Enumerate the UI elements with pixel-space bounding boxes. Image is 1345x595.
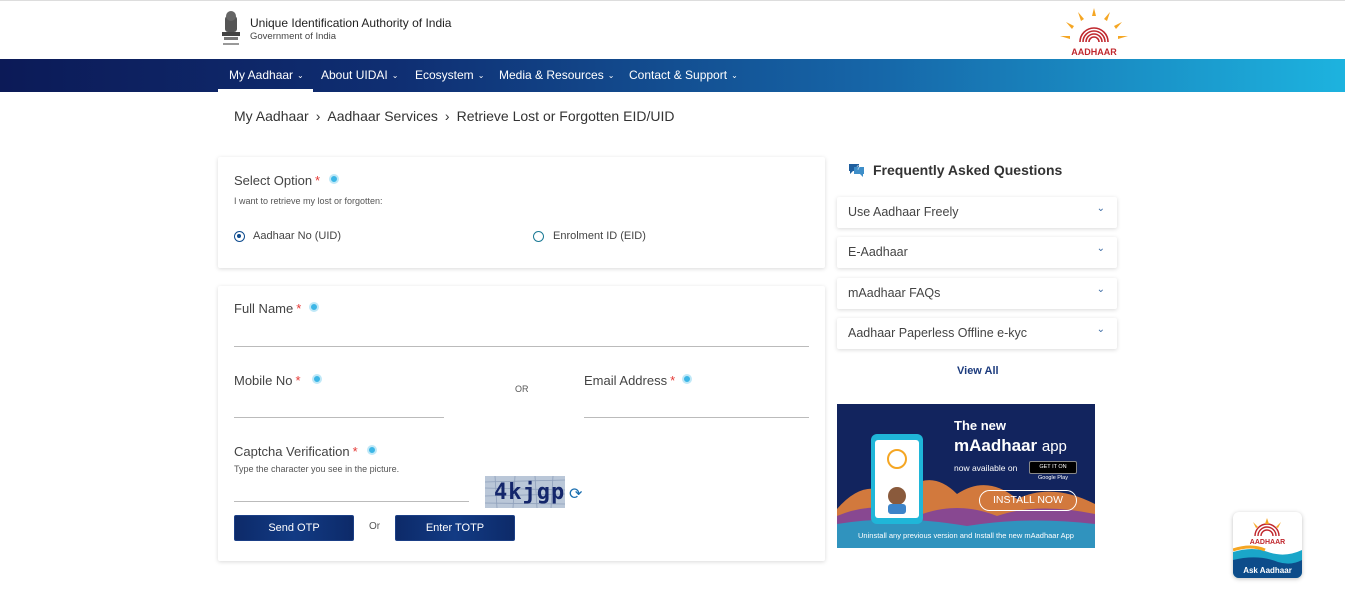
banner-line2: mAadhaar app <box>954 436 1067 456</box>
breadcrumb-separator: › <box>315 108 321 124</box>
chevron-down-icon: ⌄ <box>477 71 485 80</box>
required-mark: * <box>295 373 301 388</box>
select-option-label: Select Option * <box>234 173 320 188</box>
breadcrumb-separator: › <box>444 108 450 124</box>
faq-item-maadhaar-faqs[interactable]: mAadhaar FAQs ⌄ <box>837 278 1117 309</box>
chevron-down-icon: ⌄ <box>1096 243 1105 254</box>
faq-item-paperless-offline-ekyc[interactable]: Aadhaar Paperless Offline e-kyc ⌄ <box>837 318 1117 349</box>
required-mark: * <box>296 301 302 316</box>
banner-app-word: app <box>1041 438 1067 455</box>
enter-totp-button[interactable]: Enter TOTP <box>395 515 515 541</box>
captcha-text: 4kjgp <box>494 480 565 505</box>
nav-item-ecosystem[interactable]: Ecosystem ⌄ <box>415 59 484 92</box>
captcha-input[interactable] <box>234 482 469 502</box>
org-title: Unique Identification Authority of India <box>250 16 452 30</box>
nav-item-label: About UIDAI <box>321 68 388 82</box>
info-icon[interactable] <box>682 374 692 384</box>
chevron-down-icon: ⌄ <box>297 71 304 80</box>
breadcrumb-item-current: Retrieve Lost or Forgotten EID/UID <box>456 108 675 124</box>
banner-line1: The new <box>954 418 1007 433</box>
faq-item-use-aadhaar-freely[interactable]: Use Aadhaar Freely ⌄ <box>837 197 1117 228</box>
ask-aadhaar-widget[interactable]: AADHAAR Ask Aadhaar <box>1233 512 1302 578</box>
chevron-down-icon: ⌄ <box>1096 203 1105 214</box>
radio-aadhaar-no[interactable] <box>234 231 245 242</box>
select-option-label-text: Select Option <box>234 173 313 188</box>
view-all-link[interactable]: View All <box>957 365 999 377</box>
radio-enrolment-id-label[interactable]: Enrolment ID (EID) <box>553 230 646 242</box>
ask-aadhaar-logo-text: AADHAAR <box>1249 539 1286 546</box>
email-label: Email Address * <box>584 373 675 388</box>
faq-item-label: mAadhaar FAQs <box>848 286 941 300</box>
chevron-down-icon: ⌄ <box>1096 324 1105 335</box>
radio-enrolment-id[interactable] <box>533 231 544 242</box>
info-icon[interactable] <box>367 445 377 455</box>
banner-footer-note: Uninstall any previous version and Insta… <box>858 531 1074 540</box>
banner-line3: now available on <box>954 463 1018 473</box>
top-header: Unique Identification Authority of India… <box>0 0 1345 59</box>
captcha-label-text: Captcha Verification <box>234 444 350 459</box>
faq-title: Frequently Asked Questions <box>873 162 1063 178</box>
banner-app-name: mAadhaar <box>954 436 1038 455</box>
google-play-badge[interactable]: GET IT ON Google Play <box>1029 461 1077 481</box>
nav-item-label: Contact & Support <box>629 68 728 82</box>
info-icon[interactable] <box>312 374 322 384</box>
full-name-label: Full Name * <box>234 301 301 316</box>
maadhaar-app-banner[interactable]: The new mAadhaar app now available on GE… <box>837 404 1095 548</box>
breadcrumb: My Aadhaar › Aadhaar Services › Retrieve Los… <box>234 108 674 124</box>
radio-aadhaar-no-label[interactable]: Aadhaar No (UID) <box>253 230 341 242</box>
faq-item-label: Use Aadhaar Freely <box>848 205 959 219</box>
org-subtitle: Government of India <box>250 31 337 42</box>
info-icon[interactable] <box>329 174 339 184</box>
aadhaar-logo-icon[interactable]: AADHAAR <box>1058 8 1130 58</box>
nav-item-about-uidai[interactable]: About UIDAI ⌄ <box>321 59 398 92</box>
nav-item-label: Media & Resources <box>499 68 604 82</box>
nav-item-my-aadhaar[interactable]: My Aadhaar ⌄ <box>218 59 313 92</box>
faq-chat-icon: ? <box>849 164 864 177</box>
breadcrumb-item-my-aadhaar[interactable]: My Aadhaar <box>234 108 309 124</box>
required-mark: * <box>670 373 676 388</box>
faq-item-label: E-Aadhaar <box>848 245 908 259</box>
mobile-input[interactable] <box>234 398 444 418</box>
captcha-label: Captcha Verification * <box>234 444 358 459</box>
info-icon[interactable] <box>309 302 319 312</box>
faq-item-label: Aadhaar Paperless Offline e-kyc <box>848 326 1028 340</box>
send-otp-button[interactable]: Send OTP <box>234 515 354 541</box>
chevron-down-icon: ⌄ <box>731 71 738 80</box>
breadcrumb-item-aadhaar-services[interactable]: Aadhaar Services <box>327 108 438 124</box>
chevron-down-icon: ⌄ <box>1096 284 1105 295</box>
mobile-label-text: Mobile No <box>234 373 293 388</box>
email-label-text: Email Address <box>584 373 668 388</box>
main-nav: My Aadhaar ⌄ About UIDAI ⌄ Ecosystem ⌄ Medi… <box>0 59 1345 92</box>
email-input[interactable] <box>584 398 809 418</box>
refresh-captcha-icon[interactable]: ⟳ <box>569 484 582 504</box>
required-mark: * <box>315 173 321 188</box>
national-emblem-icon <box>222 11 240 45</box>
faq-item-e-aadhaar[interactable]: E-Aadhaar ⌄ <box>837 237 1117 268</box>
full-name-input[interactable] <box>234 327 809 347</box>
buttons-or-separator: Or <box>369 521 381 532</box>
nav-item-media-resources[interactable]: Media & Resources ⌄ <box>499 59 614 92</box>
mobile-label: Mobile No * <box>234 373 301 388</box>
nav-item-label: My Aadhaar <box>229 68 294 82</box>
aadhaar-logo-text: AADHAAR <box>1071 47 1117 57</box>
nav-item-contact-support[interactable]: Contact & Support ⌄ <box>629 59 738 92</box>
install-now-button[interactable]: INSTALL NOW <box>979 490 1077 511</box>
or-separator: OR <box>515 384 529 394</box>
nav-item-label: Ecosystem <box>415 68 474 82</box>
captcha-image: 4kjgp <box>485 476 565 508</box>
org-name-block: Unique Identification Authority of India… <box>250 16 451 44</box>
chevron-down-icon: ⌄ <box>607 71 615 80</box>
select-option-hint: I want to retrieve my lost or forgotten: <box>234 196 383 206</box>
chevron-down-icon: ⌄ <box>391 71 399 80</box>
full-name-label-text: Full Name <box>234 301 294 316</box>
required-mark: * <box>352 444 358 459</box>
ask-aadhaar-label: Ask Aadhaar <box>1243 566 1292 575</box>
captcha-hint: Type the character you see in the pictur… <box>234 464 400 474</box>
